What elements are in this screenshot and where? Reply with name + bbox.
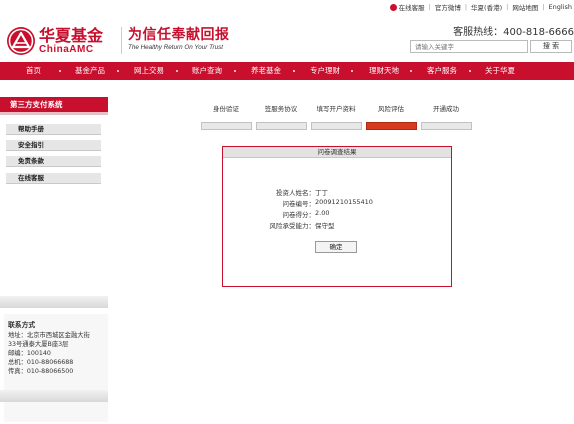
contact-info: 联系方式 地址：北京市西城区金融大街 33号通泰大厦B座3层 邮编：100140…	[8, 321, 90, 376]
customer-service-icon	[389, 3, 397, 11]
nav-online-trading[interactable]: 网上交易	[134, 62, 164, 80]
slogan: 为信任奉献回报 The Healthy Return On Your Trust	[128, 27, 258, 52]
top-link-sitemap[interactable]: 网站地图	[512, 2, 538, 12]
nav-customer-service[interactable]: 客户服务	[427, 62, 457, 80]
contact-address-1: 地址：北京市西城区金融大街	[8, 332, 90, 339]
top-link-weibo[interactable]: 官方微博	[435, 2, 461, 12]
brand-logo[interactable]: 华夏基金 ChinaAMC	[7, 25, 119, 57]
contact-address-2: 33号通泰大厦B座3层	[8, 341, 69, 348]
sidebar-item-help[interactable]: 帮助手册	[6, 124, 101, 135]
sidebar-title: 第三方支付系统	[10, 100, 63, 109]
nav-separator	[469, 70, 471, 72]
result-value-score: 2.00	[315, 209, 330, 217]
hotline: 客服热线：400-818-6666	[453, 27, 574, 38]
nav-pension-funds[interactable]: 养老基金	[251, 62, 281, 80]
contact-fax: 传真：010-88066500	[8, 368, 74, 375]
nav-fund-products[interactable]: 基金产品	[75, 62, 105, 80]
result-value-number: 20091210155410	[315, 198, 373, 206]
search-input[interactable]	[410, 40, 528, 53]
nav-account-query[interactable]: 账户查询	[192, 62, 222, 80]
nav-separator	[176, 70, 178, 72]
sidebar-header-underline	[0, 112, 108, 115]
step-label-identity: 身份验证	[213, 105, 239, 113]
nav-separator	[234, 70, 236, 72]
step-bar-5	[421, 122, 472, 130]
header-divider	[121, 27, 122, 54]
confirm-button[interactable]: 确定	[315, 241, 357, 253]
nav-home[interactable]: 首页	[26, 62, 41, 80]
separator: |	[428, 3, 431, 11]
step-label-account-info: 填写开户资料	[316, 105, 356, 113]
separator: |	[506, 3, 509, 11]
top-links: 在线客服 | 官方微博 | 华夏(香港) | 网站地图 | English	[389, 2, 572, 12]
result-value-name: 丁丁	[315, 189, 328, 197]
step-label-success: 开通成功	[433, 105, 459, 113]
slogan-cn: 为信任奉献回报	[128, 27, 230, 43]
nav-about[interactable]: 关于华夏	[485, 62, 515, 80]
top-link-hk[interactable]: 华夏(香港)	[471, 2, 502, 12]
sidebar-footer-divider	[0, 390, 108, 402]
nav-separator	[59, 70, 61, 72]
sidebar-header: 第三方支付系统	[0, 97, 108, 115]
result-title: 问卷调查结果	[223, 147, 451, 158]
step-bar-3	[311, 122, 362, 130]
brand-name-en: ChinaAMC	[39, 44, 94, 55]
separator: |	[542, 3, 545, 11]
sidebar-divider	[0, 296, 108, 308]
step-bar-2	[256, 122, 307, 130]
step-bar-1	[201, 122, 252, 130]
nav-special-accounts[interactable]: 专户理财	[310, 62, 340, 80]
sidebar-item-disclaimer[interactable]: 免责条款	[6, 156, 101, 167]
step-label-risk-assessment: 风险评估	[378, 105, 404, 113]
main-nav: 首页 基金产品 网上交易 账户查询 养老基金 专户理财 理财天地 客户服务 关于…	[0, 62, 574, 80]
nav-separator	[117, 70, 119, 72]
step-bar-4	[366, 122, 417, 130]
contact-title: 联系方式	[8, 321, 36, 329]
contact-phone: 总机：010-88066688	[8, 359, 74, 366]
sidebar-item-online-service[interactable]: 在线客服	[6, 173, 101, 184]
slogan-en: The Healthy Return On Your Trust	[128, 44, 223, 51]
search-button[interactable]: 搜 索	[530, 40, 572, 53]
sidebar-item-security[interactable]: 安全指引	[6, 140, 101, 151]
nav-finance-world[interactable]: 理财天地	[369, 62, 399, 80]
result-value-risk-tolerance: 保守型	[315, 222, 335, 230]
step-label-agreement: 签服务协议	[264, 105, 298, 113]
nav-separator	[293, 70, 295, 72]
brand-name-cn: 华夏基金	[39, 26, 104, 45]
contact-postcode: 邮编：100140	[8, 350, 51, 357]
nav-separator	[351, 70, 353, 72]
brand-logo-icon	[7, 27, 35, 55]
separator: |	[464, 3, 468, 11]
questionnaire-result-panel: 问卷调查结果	[222, 146, 452, 287]
top-link-english[interactable]: English	[549, 3, 572, 11]
top-link-online-service[interactable]: 在线客服	[399, 2, 425, 12]
nav-separator	[410, 70, 412, 72]
